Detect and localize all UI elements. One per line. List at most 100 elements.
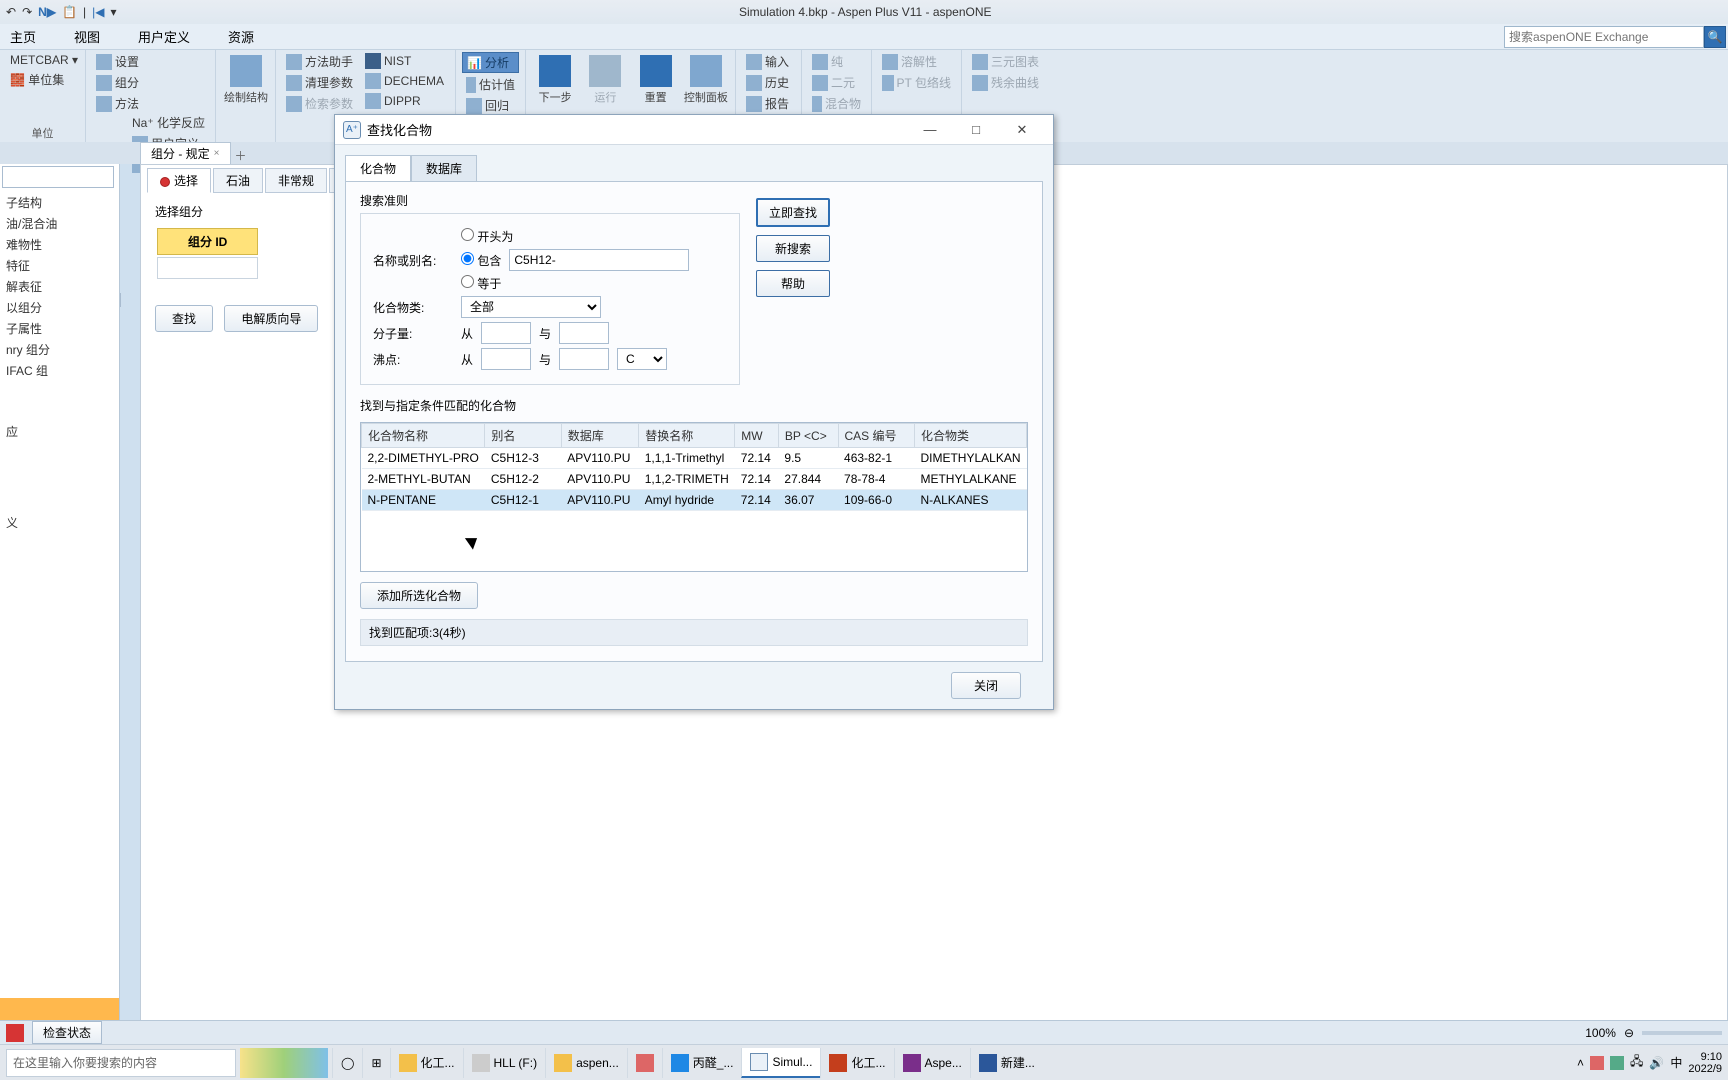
control-panel-button[interactable]: 控制面板 (683, 52, 729, 105)
run-regression[interactable]: 回归 (462, 96, 519, 115)
qat-reset-icon[interactable]: |◀ (92, 5, 104, 19)
exchange-search-input[interactable] (1504, 26, 1704, 48)
exchange-search-button[interactable]: 🔍 (1704, 26, 1726, 48)
taskbar-item[interactable]: Aspe... (894, 1048, 970, 1078)
nav-item[interactable]: 油/混合油 (0, 213, 119, 234)
col-component-id[interactable]: 组分 ID (157, 228, 258, 255)
qat-redo-icon[interactable]: ↷ (22, 5, 32, 19)
menu-home[interactable]: 主页 (2, 24, 44, 49)
next-button[interactable]: 下一步 (532, 52, 578, 105)
taskbar-item[interactable]: 化工... (820, 1048, 893, 1078)
result-row[interactable]: 2-METHYL-BUTANC5H12-2APV110.PU1,1,2-TRIM… (362, 469, 1027, 490)
required-input-icon[interactable] (6, 1024, 24, 1042)
nav-item[interactable]: IFAC 组 (0, 360, 119, 381)
summary-history[interactable]: 历史 (742, 73, 795, 92)
summary-input[interactable]: 输入 (742, 52, 795, 71)
tray-up-icon[interactable]: ˄ (1577, 1056, 1584, 1070)
nav-item[interactable]: 义 (0, 512, 119, 533)
nav-item[interactable]: 特征 (0, 255, 119, 276)
unitset-button[interactable]: 🧱 单位集 (6, 70, 79, 89)
mw-to-input[interactable] (559, 322, 609, 344)
bp-to-input[interactable] (559, 348, 609, 370)
close-button[interactable]: 关闭 (951, 672, 1021, 699)
dialog-tab-compounds[interactable]: 化合物 (345, 155, 411, 182)
nav-components[interactable]: 组分 (92, 73, 209, 92)
elec-wizard-button[interactable]: 电解质向导 (224, 305, 318, 332)
help-button[interactable]: 帮助 (756, 270, 830, 297)
run-button[interactable]: 运行 (582, 52, 628, 105)
new-search-button[interactable]: 新搜索 (756, 235, 830, 262)
subtab-nonconv[interactable]: 非常规 (265, 168, 327, 193)
radio-contains[interactable]: 包含 (461, 252, 501, 269)
results-table[interactable]: 化合物名称 别名 数据库 替换名称 MW BP <C> CAS 编号 化合物类 … (360, 422, 1028, 572)
nav-item[interactable]: 难物性 (0, 234, 119, 255)
taskbar-taskview[interactable]: ⊞ (362, 1048, 389, 1078)
nav-item[interactable]: 以组分 (0, 297, 119, 318)
col-name[interactable]: 化合物名称 (362, 424, 485, 448)
col-cas[interactable]: CAS 编号 (838, 424, 914, 448)
dialog-tab-databanks[interactable]: 数据库 (411, 155, 477, 182)
draw-structure-button[interactable]: 绘制结构 (222, 52, 270, 105)
radio-begins[interactable]: 开头为 (461, 228, 513, 245)
grid-cell[interactable] (157, 257, 258, 279)
taskbar-item[interactable]: 丙醛_... (662, 1048, 742, 1078)
qat-more-icon[interactable]: ▾ (110, 5, 116, 19)
nav-item[interactable]: 子属性 (0, 318, 119, 339)
subtab-select[interactable]: 选择 (147, 168, 211, 193)
dialog-minimize-button[interactable]: — (907, 116, 953, 144)
qat-panel-icon[interactable]: 📋 (62, 5, 77, 19)
menu-view[interactable]: 视图 (66, 24, 108, 49)
doc-tab-components[interactable]: 组分 - 规定 × (140, 142, 231, 164)
find-button[interactable]: 查找 (155, 305, 213, 332)
taskbar-snip[interactable] (627, 1048, 662, 1078)
bp-unit-select[interactable]: C (617, 348, 667, 370)
menu-resources[interactable]: 资源 (220, 24, 262, 49)
radio-equals[interactable]: 等于 (461, 275, 501, 292)
col-bp[interactable]: BP <C> (778, 424, 838, 448)
add-selected-button[interactable]: 添加所选化合物 (360, 582, 478, 609)
tray-icon[interactable] (1610, 1056, 1624, 1070)
zoom-slider[interactable] (1642, 1031, 1722, 1035)
component-grid[interactable]: 组分 ID (155, 226, 260, 281)
qat-undo-icon[interactable]: ↶ (6, 5, 16, 19)
taskbar-cortana[interactable]: ◯ (332, 1048, 362, 1078)
result-row[interactable]: 2,2-DIMETHYL-PROC5H12-3APV110.PU1,1,1-Tr… (362, 448, 1027, 469)
taskbar-item[interactable]: aspen... (545, 1048, 627, 1078)
unitset-combo[interactable]: METCBAR ▾ (6, 52, 79, 68)
tray-icon[interactable] (1590, 1056, 1604, 1070)
nav-item[interactable]: 应 (0, 421, 119, 442)
find-now-button[interactable]: 立即查找 (756, 198, 830, 227)
tray-time[interactable]: 9:10 (1688, 1051, 1722, 1063)
dialog-maximize-button[interactable]: □ (953, 116, 999, 144)
summary-report[interactable]: 报告 (742, 94, 795, 113)
class-select[interactable]: 全部 (461, 296, 601, 318)
qat-next-icon[interactable]: N▶ (38, 5, 56, 19)
zoom-out-button[interactable]: ⊖ (1624, 1026, 1634, 1040)
tray-ime[interactable]: 中 (1670, 1054, 1682, 1071)
name-input[interactable] (509, 249, 689, 271)
col-db[interactable]: 数据库 (561, 424, 638, 448)
nav-item[interactable]: 解表征 (0, 276, 119, 297)
run-estimation[interactable]: 估计值 (462, 75, 519, 94)
check-status-button[interactable]: 检查状态 (32, 1021, 102, 1044)
taskbar-search[interactable]: 在这里输入你要搜索的内容 (6, 1049, 236, 1077)
subtab-petro[interactable]: 石油 (213, 168, 263, 193)
close-icon[interactable]: × (214, 148, 220, 159)
col-class[interactable]: 化合物类 (914, 424, 1026, 448)
nav-item[interactable]: 子结构 (0, 192, 119, 213)
tools-dechema[interactable]: DECHEMA (361, 72, 448, 90)
col-mw[interactable]: MW (735, 424, 779, 448)
tools-clean-params[interactable]: 清理参数 (282, 73, 357, 92)
nav-item[interactable]: nry 组分 (0, 339, 119, 360)
nav-filter-input[interactable] (2, 166, 114, 188)
taskbar-item[interactable]: 新建... (970, 1048, 1043, 1078)
taskbar-item[interactable]: 化工... (390, 1048, 463, 1078)
nav-methods[interactable]: 方法 (92, 94, 209, 113)
tools-method-wizard[interactable]: 方法助手 (282, 52, 357, 71)
taskbar-item[interactable]: HLL (F:) (463, 1048, 546, 1078)
mw-from-input[interactable] (481, 322, 531, 344)
tools-dippr[interactable]: DIPPR (361, 92, 448, 110)
tray-date[interactable]: 2022/9 (1688, 1063, 1722, 1075)
result-row-selected[interactable]: N-PENTANEC5H12-1APV110.PUAmyl hydride72.… (362, 490, 1027, 511)
taskbar-weather[interactable] (240, 1048, 328, 1078)
